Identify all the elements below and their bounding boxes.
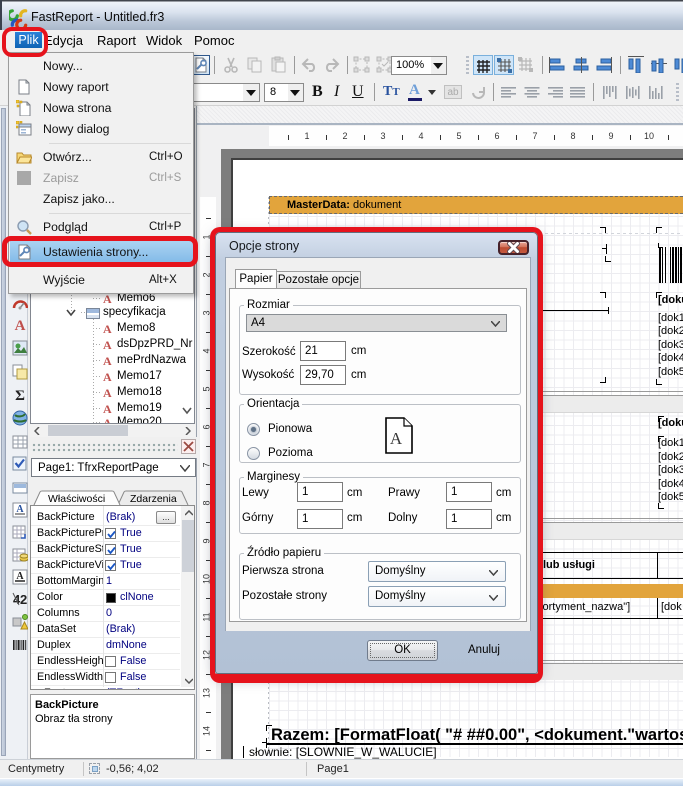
- svg-text:Zdarzenia: Zdarzenia: [130, 493, 177, 505]
- svg-text:A: A: [16, 504, 24, 515]
- svg-text:Σ: Σ: [15, 388, 25, 403]
- svg-text:Właściwości: Właściwości: [48, 493, 105, 505]
- svg-text:A: A: [15, 318, 26, 333]
- svg-text:2: 2: [20, 592, 27, 607]
